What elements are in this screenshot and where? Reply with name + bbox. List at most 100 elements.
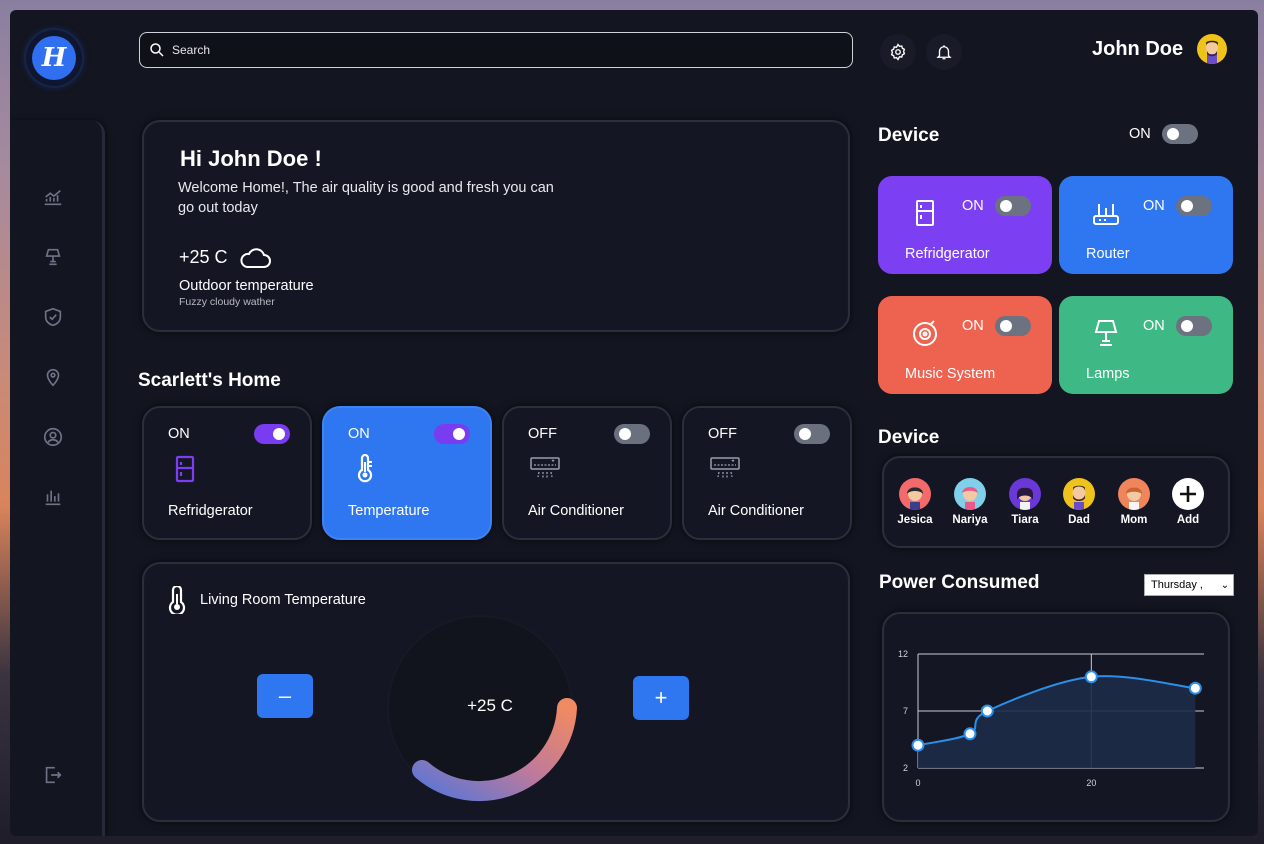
device-toggle[interactable] [995, 316, 1031, 336]
room-toggle[interactable] [794, 424, 830, 444]
app-logo[interactable]: H [26, 30, 82, 86]
search-icon [150, 43, 164, 57]
device-state: ON [1143, 318, 1165, 334]
room-name: Air Conditioner [528, 503, 624, 519]
lamp-icon [1091, 318, 1121, 348]
router-icon [1091, 198, 1121, 228]
y-tick-label: 2 [903, 763, 908, 773]
room-state: OFF [528, 426, 557, 442]
member-jesica[interactable]: Jesica [893, 478, 937, 526]
avatar [1009, 478, 1041, 510]
member-name: Add [1176, 514, 1200, 526]
room-toggle[interactable] [254, 424, 290, 444]
avatar [954, 478, 986, 510]
member-nariya[interactable]: Nariya [948, 478, 992, 526]
air-conditioner-icon [710, 457, 740, 478]
member-name: Dad [1068, 514, 1090, 526]
search-input[interactable] [170, 42, 852, 58]
member-name: Tiara [1011, 514, 1039, 526]
member-dad[interactable]: Dad [1057, 478, 1101, 526]
member-name: Jesica [897, 514, 933, 526]
gear-icon [890, 43, 906, 61]
room-card-refrigerator[interactable]: ON Refridgerator [142, 406, 312, 540]
settings-button[interactable] [880, 34, 916, 70]
analytics-icon[interactable] [40, 184, 66, 210]
device-card-music-system[interactable]: ON Music System [878, 296, 1052, 394]
home-title: Scarlett's Home [138, 370, 281, 391]
weather-description: Fuzzy cloudy wather [179, 296, 275, 308]
data-point [980, 704, 994, 718]
day-select-value: Thursday , [1151, 579, 1203, 591]
data-point [911, 738, 925, 752]
device-card-lamps[interactable]: ON Lamps [1059, 296, 1233, 394]
device-name: Music System [905, 366, 996, 382]
device-state: ON [962, 318, 984, 334]
outdoor-temperature-value: +25 C [179, 246, 228, 267]
device-card-refrigerator[interactable]: ON Refridgerator [878, 176, 1052, 274]
lamp-icon[interactable] [40, 244, 66, 270]
outdoor-temperature-label: Outdoor temperature [179, 278, 314, 294]
member-tiara[interactable]: Tiara [1003, 478, 1047, 526]
devices-master-toggle[interactable] [1162, 124, 1198, 144]
logout-icon[interactable] [40, 762, 66, 788]
area-fill [918, 676, 1196, 768]
shield-icon[interactable] [40, 304, 66, 330]
logo-letter: H [32, 36, 76, 80]
room-toggle[interactable] [434, 424, 470, 444]
room-card-temperature[interactable]: ON Temperature [322, 406, 492, 540]
y-tick-label: 7 [903, 706, 908, 716]
room-toggle[interactable] [614, 424, 650, 444]
greeting-title: Hi John Doe ! [180, 146, 322, 171]
room-name: Refridgerator [168, 503, 253, 519]
x-tick-label: 0 [915, 778, 920, 788]
device-name: Refridgerator [905, 246, 990, 262]
avatar [1118, 478, 1150, 510]
device-toggle[interactable] [1176, 196, 1212, 216]
device-toggle[interactable] [995, 196, 1031, 216]
room-card-air-conditioner-2[interactable]: OFF Air Conditioner [682, 406, 852, 540]
living-room-title: Living Room Temperature [200, 592, 366, 608]
power-title: Power Consumed [879, 572, 1040, 593]
device-state: ON [1143, 198, 1165, 214]
x-tick-label: 20 [1086, 778, 1096, 788]
notifications-button[interactable] [926, 34, 962, 70]
room-state: ON [168, 426, 190, 442]
device-toggle[interactable] [1176, 316, 1212, 336]
thermometer-icon [168, 586, 186, 614]
avatar [899, 478, 931, 510]
room-state: ON [348, 426, 370, 442]
avatar [1063, 478, 1095, 510]
living-room-card: Living Room Temperature – +25 C + [142, 562, 850, 822]
location-icon[interactable] [40, 364, 66, 390]
decrease-temperature-button[interactable]: – [257, 674, 313, 718]
room-card-air-conditioner-1[interactable]: OFF Air Conditioner [502, 406, 672, 540]
user-name[interactable]: John Doe [1092, 38, 1183, 61]
device-card-router[interactable]: ON Router [1059, 176, 1233, 274]
plus-icon [1172, 478, 1204, 510]
speaker-icon [910, 318, 940, 348]
cloud-icon [240, 248, 271, 268]
air-conditioner-icon [530, 457, 560, 478]
temperature-value: +25 C [467, 696, 513, 715]
member-name: Mom [1120, 514, 1148, 526]
device-name: Lamps [1086, 366, 1130, 382]
data-point [963, 727, 977, 741]
bar-chart-icon[interactable] [40, 484, 66, 510]
search-bar[interactable] [139, 32, 853, 68]
devices-master-state: ON [1129, 126, 1151, 142]
fridge-icon [910, 198, 940, 228]
fridge-icon [175, 455, 195, 483]
increase-temperature-button[interactable]: + [633, 676, 689, 720]
chevron-down-icon: ⌄ [1220, 579, 1230, 591]
user-icon[interactable] [40, 424, 66, 450]
member-name: Nariya [952, 514, 988, 526]
power-chart-card: 2 7 12 0 20 [882, 612, 1230, 822]
user-avatar[interactable] [1197, 34, 1227, 64]
data-point [1084, 670, 1098, 684]
member-mom[interactable]: Mom [1112, 478, 1156, 526]
greeting-card: Hi John Doe ! Welcome Home!, The air qua… [142, 120, 850, 332]
day-select[interactable]: Thursday , ⌄ [1144, 574, 1234, 596]
add-member-button[interactable]: Add [1166, 478, 1210, 526]
device-name: Router [1086, 246, 1130, 262]
bell-icon [936, 45, 952, 60]
